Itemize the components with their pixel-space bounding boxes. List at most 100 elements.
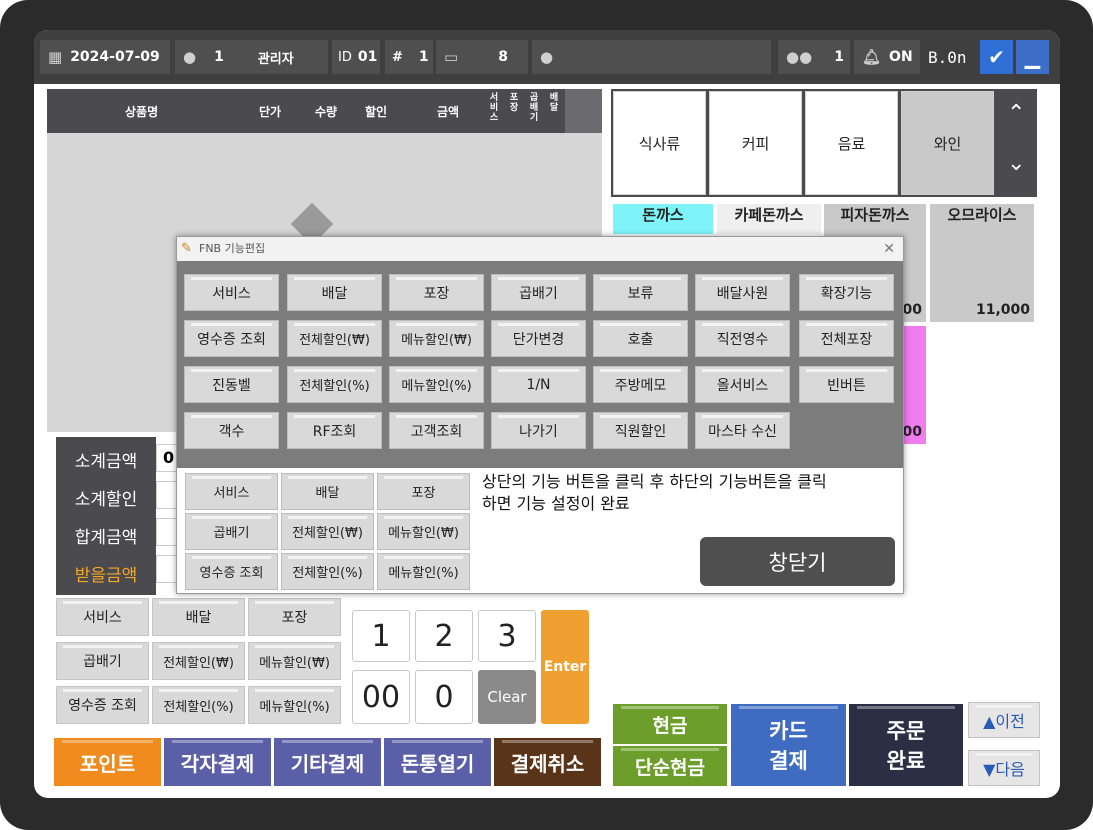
fn-receipt-lookup-button[interactable]: 영수증 조회 <box>56 686 149 724</box>
func-hold[interactable]: 보류 <box>593 274 688 311</box>
func-receipt-lookup[interactable]: 영수증 조회 <box>184 320 279 357</box>
func-call[interactable]: 호출 <box>593 320 688 357</box>
func-service[interactable]: 서비스 <box>184 274 279 311</box>
table-no-display: # 1 <box>385 40 433 74</box>
func-menu-discount-pct[interactable]: 메뉴할인(%) <box>389 366 484 403</box>
category-drinks[interactable]: 음료 <box>805 91 898 195</box>
fn-service-button[interactable]: 서비스 <box>56 598 149 636</box>
dialog-title: FNB 기능편집 <box>199 242 266 255</box>
chevron-up-icon[interactable]: ⌃ <box>1007 101 1025 126</box>
check-icon: ✔ <box>988 45 1005 69</box>
category-coffee[interactable]: 커피 <box>709 91 802 195</box>
clear-button[interactable]: Clear <box>478 670 536 724</box>
order-line-1: 주문 <box>886 719 926 743</box>
category-wine[interactable]: 와인 <box>901 91 994 195</box>
card-payment-button[interactable]: 카드 결제 <box>731 704 846 786</box>
cash-button[interactable]: 현금 <box>613 704 727 744</box>
func-menu-discount-won[interactable]: 메뉴할인(₩) <box>389 320 484 357</box>
func-staff-discount[interactable]: 직원할인 <box>593 412 688 449</box>
menu-item-donkatsu[interactable]: 돈까스 <box>613 204 713 234</box>
close-window-button[interactable]: 창닫기 <box>700 537 895 586</box>
func-total-discount-pct[interactable]: 전체할인(%) <box>287 366 382 403</box>
col-unit-price: 단가 <box>259 105 282 119</box>
func-guest-count[interactable]: 객수 <box>184 412 279 449</box>
slot-5[interactable]: 전체할인(₩) <box>281 513 374 550</box>
fn-delivery-button[interactable]: 배달 <box>152 598 245 636</box>
id-display: ID 01 <box>332 40 380 74</box>
fn-total-discount-pct-button[interactable]: 전체할인(%) <box>152 686 245 724</box>
close-icon[interactable]: ✕ <box>883 237 895 261</box>
open-drawer-button[interactable]: 돈통열기 <box>384 738 491 786</box>
func-customer-lookup[interactable]: 고객조회 <box>389 412 484 449</box>
group-icon: ●● <box>786 48 813 66</box>
next-page-button[interactable]: ▼다음 <box>968 750 1040 786</box>
func-rf-lookup[interactable]: RF조회 <box>287 412 382 449</box>
category-meals[interactable]: 식사류 <box>613 91 706 195</box>
func-last-receipt[interactable]: 직전영수 <box>695 320 790 357</box>
user-no: 1 <box>214 49 224 65</box>
simple-cash-button[interactable]: 단순현금 <box>613 746 727 786</box>
instruction-line-2: 하면 기능 설정이 완료 <box>482 494 630 513</box>
numkey-00[interactable]: 00 <box>352 670 410 724</box>
fn-packing-button[interactable]: 포장 <box>248 598 341 636</box>
monitor-icon: ▭ <box>444 48 459 66</box>
cancel-payment-button[interactable]: 결제취소 <box>494 738 601 786</box>
enter-button[interactable]: Enter <box>541 610 589 724</box>
func-exit[interactable]: 나가기 <box>491 412 586 449</box>
dialog-titlebar: ✎ FNB 기능편집 ✕ <box>177 237 903 261</box>
fn-menu-discount-pct-button[interactable]: 메뉴할인(%) <box>248 686 341 724</box>
other-payment-button[interactable]: 기타결제 <box>274 738 381 786</box>
order-complete-button[interactable]: 주문 완료 <box>849 704 963 786</box>
numkey-3[interactable]: 3 <box>478 610 536 662</box>
function-edit-dialog: ✎ FNB 기능편집 ✕ 서비스 배달 포장 곱배기 보류 배달사원 확장기능 … <box>176 236 904 594</box>
col-product-name: 상품명 <box>125 105 159 119</box>
split-payment-button[interactable]: 각자결제 <box>164 738 271 786</box>
func-delivery-staff[interactable]: 배달사원 <box>695 274 790 311</box>
numkey-0[interactable]: 0 <box>415 670 473 724</box>
func-double[interactable]: 곱배기 <box>491 274 586 311</box>
func-kitchen-memo[interactable]: 주방메모 <box>593 366 688 403</box>
instruction-text: 상단의 기능 버튼을 클릭 후 하단의 기능버튼을 클릭 하면 기능 설정이 완… <box>482 471 902 515</box>
chevron-down-icon[interactable]: ⌄ <box>1007 151 1025 176</box>
func-split-n[interactable]: 1/N <box>491 366 586 403</box>
func-extension[interactable]: 확장기능 <box>799 274 894 311</box>
slot-3[interactable]: 포장 <box>377 473 470 510</box>
func-empty-button[interactable]: 빈버튼 <box>799 366 894 403</box>
func-total-discount-won[interactable]: 전체할인(₩) <box>287 320 382 357</box>
func-vibration-bell[interactable]: 진동벨 <box>184 366 279 403</box>
slot-6[interactable]: 메뉴할인(₩) <box>377 513 470 550</box>
terminal-value: 8 <box>498 49 508 65</box>
terminal-display: ▭ 8 <box>436 40 528 74</box>
fn-double-button[interactable]: 곱배기 <box>56 642 149 680</box>
func-price-change[interactable]: 단가변경 <box>491 320 586 357</box>
slot-4[interactable]: 곱배기 <box>185 513 278 550</box>
top-status-bar: ▦ 2024-07-09 ● 1 관리자 ID 01 # 1 ▭ 8 ● ●● … <box>34 30 1060 84</box>
fn-total-discount-won-button[interactable]: 전체할인(₩) <box>152 642 245 680</box>
func-all-packing[interactable]: 전체포장 <box>799 320 894 357</box>
pos-screen: ▦ 2024-07-09 ● 1 관리자 ID 01 # 1 ▭ 8 ● ●● … <box>34 30 1060 798</box>
numkey-1[interactable]: 1 <box>352 610 410 662</box>
func-master-receive[interactable]: 마스타 수신 <box>695 412 790 449</box>
slot-8[interactable]: 전체할인(%) <box>281 553 374 590</box>
alarm-display[interactable]: 🔔︎ ON <box>854 40 920 74</box>
menu-item-omurice[interactable]: 오므라이스 11,000 <box>930 204 1034 322</box>
col-service: 서비스 <box>489 93 499 123</box>
menu-item-cafe-donkatsu[interactable]: 카페돈까스 <box>717 204 821 234</box>
slot-1[interactable]: 서비스 <box>185 473 278 510</box>
slot-7[interactable]: 영수증 조회 <box>185 553 278 590</box>
confirm-button[interactable]: ✔ <box>980 40 1013 74</box>
numkey-2[interactable]: 2 <box>415 610 473 662</box>
fn-menu-discount-won-button[interactable]: 메뉴할인(₩) <box>248 642 341 680</box>
prev-page-button[interactable]: ▲이전 <box>968 702 1040 738</box>
func-delivery[interactable]: 배달 <box>287 274 382 311</box>
card-line-1: 카드 <box>769 719 808 743</box>
slot-9[interactable]: 메뉴할인(%) <box>377 553 470 590</box>
menu-item-name: 피자돈까스 <box>840 206 910 224</box>
func-all-service[interactable]: 올서비스 <box>695 366 790 403</box>
point-button[interactable]: 포인트 <box>54 738 161 786</box>
minimize-button[interactable]: ▁ <box>1016 40 1049 74</box>
guest-count-display: ●● 1 <box>778 40 850 74</box>
col-delivery: 배달 <box>549 93 559 113</box>
func-packing[interactable]: 포장 <box>389 274 484 311</box>
slot-2[interactable]: 배달 <box>281 473 374 510</box>
